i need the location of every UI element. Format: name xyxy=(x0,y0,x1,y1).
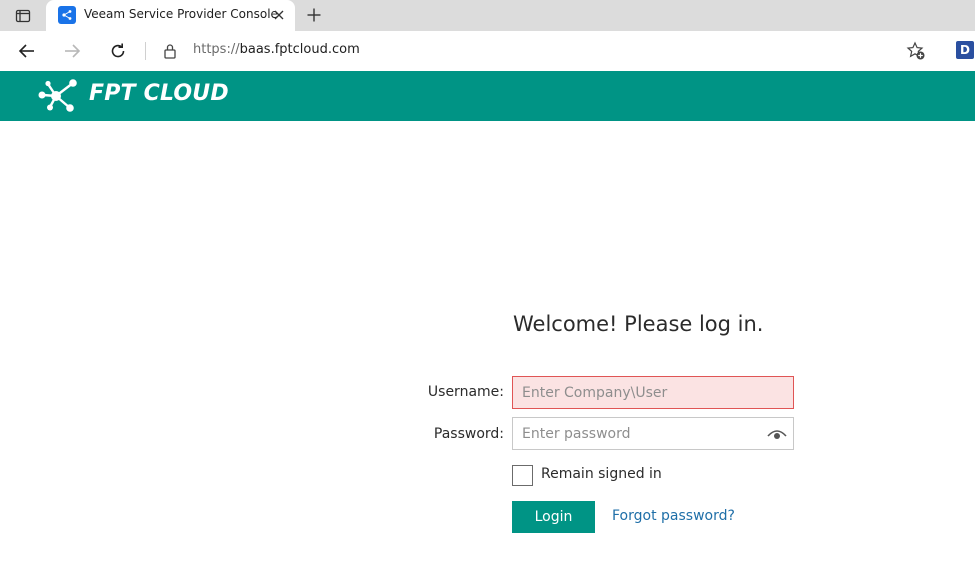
password-input[interactable] xyxy=(512,417,794,450)
url-protocol: https:// xyxy=(193,42,240,57)
url-host: baas.fptcloud.com xyxy=(239,42,360,57)
brand-logo-text: FPT CLOUD xyxy=(89,81,229,106)
tab-title: Veeam Service Provider Console xyxy=(84,7,278,21)
username-input[interactable] xyxy=(512,376,794,409)
url-text[interactable]: https://baas.fptcloud.com xyxy=(193,42,360,57)
browser-tab-strip: Veeam Service Provider Console xyxy=(0,0,975,31)
refresh-icon[interactable] xyxy=(106,39,130,63)
lock-icon[interactable] xyxy=(158,39,182,63)
address-separator xyxy=(145,42,146,60)
brand-banner: FPT CLOUD xyxy=(0,71,975,121)
fpt-cloud-logo-icon xyxy=(37,79,79,117)
browser-tab[interactable]: Veeam Service Provider Console xyxy=(46,0,295,31)
forward-arrow-icon[interactable] xyxy=(60,39,84,63)
veeam-favicon-icon xyxy=(58,6,76,24)
password-label: Password: xyxy=(433,426,504,442)
eye-icon[interactable] xyxy=(767,426,787,442)
forgot-password-link[interactable]: Forgot password? xyxy=(612,508,735,524)
profile-avatar[interactable]: D xyxy=(956,41,974,59)
remain-signed-in-label[interactable]: Remain signed in xyxy=(541,466,662,482)
add-favorite-icon[interactable] xyxy=(904,39,928,63)
close-icon[interactable] xyxy=(270,6,288,24)
tab-actions-icon[interactable] xyxy=(0,0,46,31)
back-arrow-icon[interactable] xyxy=(15,39,39,63)
login-button[interactable]: Login xyxy=(512,501,595,533)
welcome-heading: Welcome! Please log in. xyxy=(513,312,764,336)
plus-icon[interactable] xyxy=(302,3,326,27)
remain-signed-in-checkbox[interactable] xyxy=(512,465,533,486)
username-label: Username: xyxy=(427,384,504,400)
address-bar: https://baas.fptcloud.com D xyxy=(0,31,975,71)
